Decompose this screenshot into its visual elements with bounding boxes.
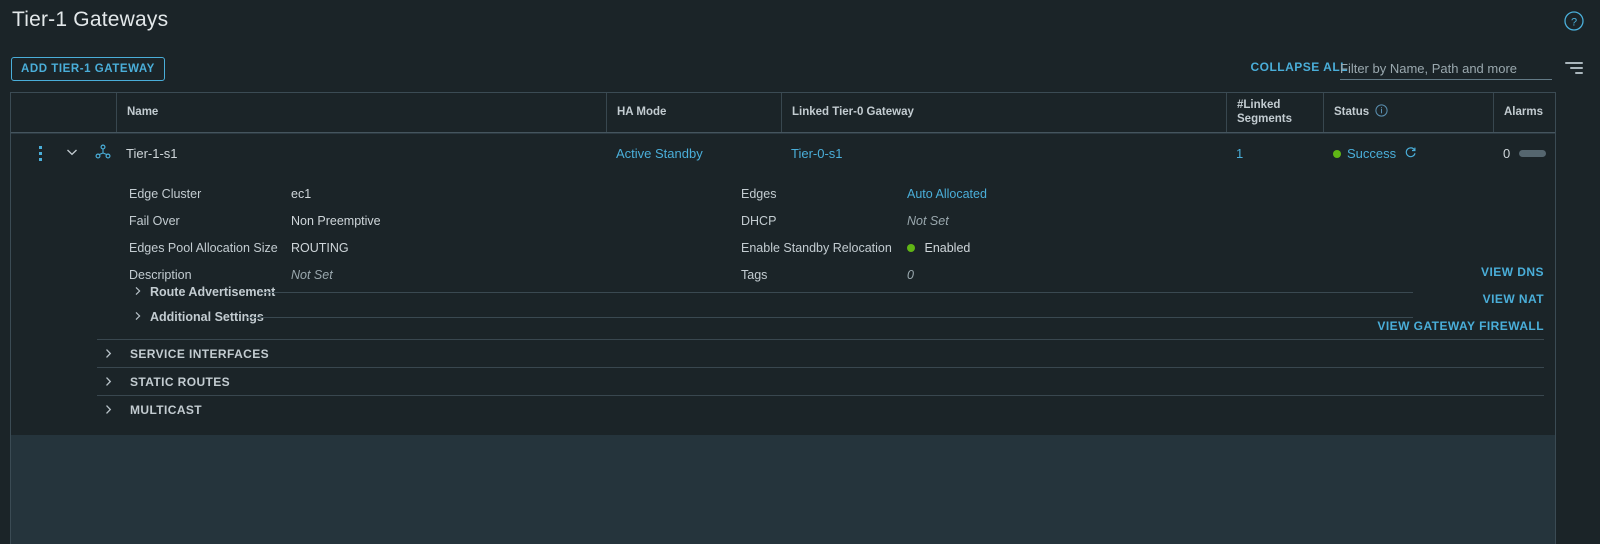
detail-collapsed-sections: SERVICE INTERFACES STATIC ROUTES MULTICA…: [11, 333, 1555, 423]
section-label: MULTICAST: [130, 402, 203, 417]
route-advertisement-toggle[interactable]: Route Advertisement: [133, 285, 275, 299]
filter-input[interactable]: [1340, 57, 1552, 80]
subsection-divider: [247, 317, 1413, 318]
filter-icon[interactable]: [1565, 62, 1583, 76]
section-static-routes[interactable]: STATIC ROUTES: [97, 367, 1544, 395]
detail-label-description: Description: [129, 268, 192, 282]
detail-label-tags: Tags: [741, 268, 768, 282]
row-controls: [11, 144, 116, 163]
column-header-ha-mode[interactable]: HA Mode: [606, 93, 781, 132]
detail-properties-grid: Edge Cluster ec1 Fail Over Non Preemptiv…: [11, 173, 1555, 282]
standby-relocation-text: Enabled: [924, 241, 971, 255]
filter-field-wrapper: [1340, 57, 1552, 81]
view-nat-link[interactable]: VIEW NAT: [1377, 292, 1544, 306]
chevron-right-icon: [133, 310, 143, 324]
column-header-linked-tier0[interactable]: Linked Tier-0 Gateway: [781, 93, 1226, 132]
detail-label-edge-cluster: Edge Cluster: [129, 187, 202, 201]
row-detail-panel: Edge Cluster ec1 Fail Over Non Preemptiv…: [11, 173, 1555, 446]
tier1-gateways-page: Tier-1 Gateways ? ADD TIER-1 GATEWAY COL…: [0, 0, 1600, 544]
section-service-interfaces[interactable]: SERVICE INTERFACES: [97, 339, 1544, 367]
cell-name[interactable]: Tier-1-s1: [116, 146, 606, 161]
chevron-right-icon: [97, 404, 119, 415]
footer-panel: [10, 435, 1556, 544]
action-bar: ADD TIER-1 GATEWAY COLLAPSE ALL: [0, 46, 1600, 92]
detail-value-dhcp: Not Set: [907, 214, 949, 228]
cell-ha-mode[interactable]: Active Standby: [606, 146, 781, 161]
detail-label-enable-standby-relocation: Enable Standby Relocation: [741, 241, 892, 255]
cell-linked-segments[interactable]: 1: [1226, 146, 1323, 161]
column-header-name[interactable]: Name: [116, 93, 606, 132]
column-header-status[interactable]: Status: [1323, 93, 1493, 132]
detail-label-fail-over: Fail Over: [129, 214, 180, 228]
alarms-count: 0: [1503, 146, 1511, 161]
additional-settings-toggle[interactable]: Additional Settings: [133, 310, 264, 324]
gateways-table: Name HA Mode Linked Tier-0 Gateway #Link…: [10, 92, 1556, 446]
table-row[interactable]: Tier-1-s1 Active Standby Tier-0-s1 1 Suc…: [11, 133, 1555, 173]
detail-value-edges-pool-allocation-size: ROUTING: [291, 241, 349, 255]
status-header-label: Status: [1334, 105, 1370, 118]
cell-linked-tier0[interactable]: Tier-0-s1: [781, 146, 1226, 161]
section-label: STATIC ROUTES: [130, 374, 231, 389]
detail-value-enable-standby-relocation: Enabled: [907, 241, 970, 255]
column-header-alarms[interactable]: Alarms: [1493, 93, 1555, 132]
table-header-row: Name HA Mode Linked Tier-0 Gateway #Link…: [11, 93, 1555, 133]
detail-value-edge-cluster: ec1: [291, 187, 312, 201]
gateway-topology-icon[interactable]: [95, 144, 111, 163]
cell-status: Success: [1323, 146, 1493, 162]
detail-view-links: VIEW DNS VIEW NAT VIEW GATEWAY FIREWALL: [1377, 265, 1544, 346]
chevron-right-icon: [133, 285, 143, 299]
page-title: Tier-1 Gateways: [12, 8, 169, 31]
route-advertisement-label: Route Advertisement: [150, 285, 276, 299]
refresh-icon[interactable]: [1404, 146, 1417, 162]
help-circle-icon[interactable]: ?: [1563, 10, 1585, 32]
svg-text:?: ?: [1571, 16, 1577, 28]
detail-value-edges[interactable]: Auto Allocated: [907, 187, 987, 201]
chevron-right-icon: [97, 348, 119, 359]
linked-segments-line2: Segments: [1237, 112, 1292, 125]
section-multicast[interactable]: MULTICAST: [97, 395, 1544, 423]
linked-segments-line1: #Linked: [1237, 99, 1281, 112]
page-header: Tier-1 Gateways ?: [0, 0, 1600, 46]
subsection-divider: [259, 292, 1413, 293]
section-label: SERVICE INTERFACES: [130, 346, 270, 361]
cell-alarms: 0: [1493, 146, 1555, 161]
detail-value-description: Not Set: [291, 268, 333, 282]
alarms-bar-icon: [1519, 150, 1547, 157]
detail-label-edges-pool-allocation-size: Edges Pool Allocation Size: [129, 241, 278, 255]
status-dot-icon: [1333, 149, 1341, 158]
view-gateway-firewall-link[interactable]: VIEW GATEWAY FIREWALL: [1377, 319, 1544, 333]
detail-subsections: Route Advertisement Additional Settings: [11, 281, 1555, 333]
detail-value-tags: 0: [907, 268, 914, 282]
collapse-all-button[interactable]: COLLAPSE ALL: [1250, 60, 1348, 74]
column-header-linked-segments[interactable]: #Linked Segments: [1226, 93, 1323, 132]
row-expand-chevron-icon[interactable]: [65, 145, 79, 162]
column-header-blank: [11, 93, 116, 132]
view-dns-link[interactable]: VIEW DNS: [1377, 265, 1544, 279]
detail-value-fail-over: Non Preemptive: [291, 214, 381, 228]
status-label[interactable]: Success: [1347, 146, 1396, 161]
row-menu-icon[interactable]: [27, 146, 53, 161]
standby-relocation-dot-icon: [907, 244, 915, 252]
chevron-right-icon: [97, 376, 119, 387]
add-tier1-gateway-button[interactable]: ADD TIER-1 GATEWAY: [11, 57, 165, 81]
detail-label-dhcp: DHCP: [741, 214, 777, 228]
detail-label-edges: Edges: [741, 187, 777, 201]
info-icon[interactable]: [1375, 104, 1388, 121]
